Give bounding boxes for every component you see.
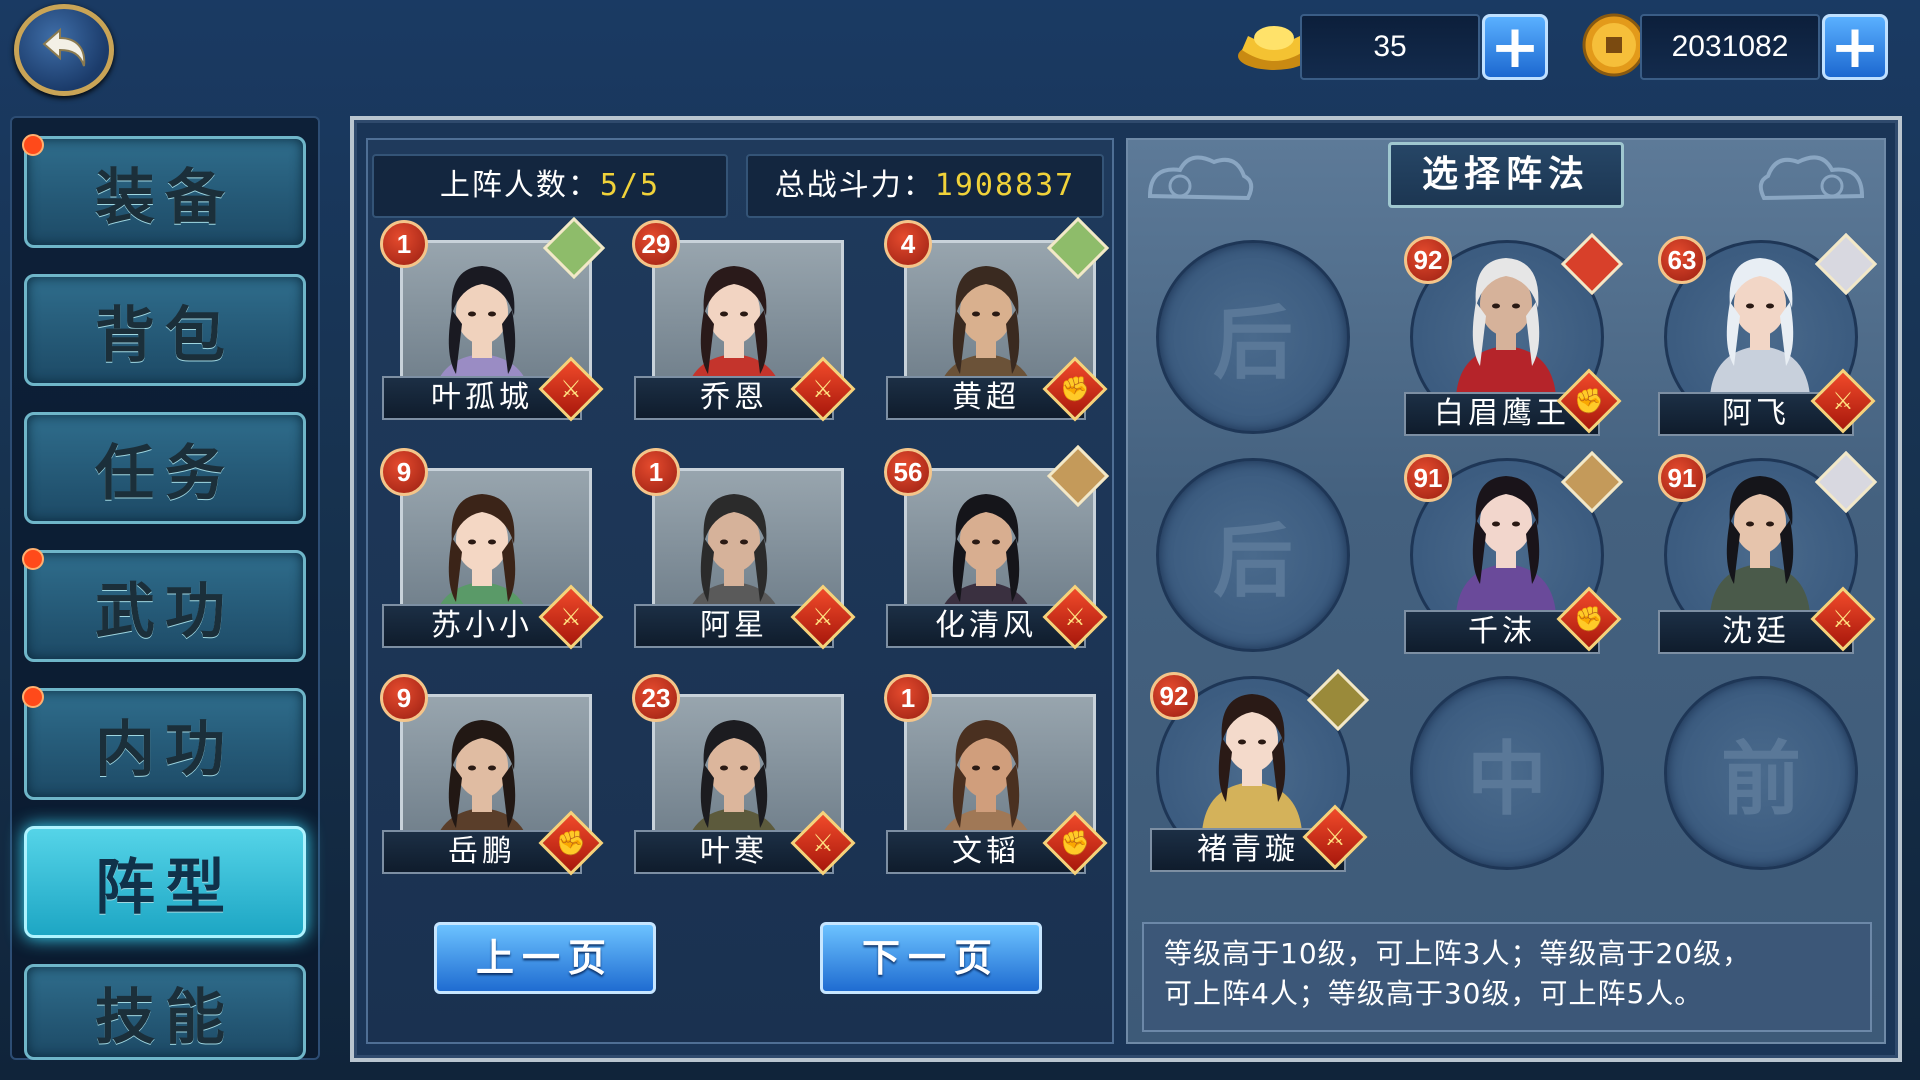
- next-page-button[interactable]: 下一页: [820, 922, 1042, 994]
- hero-card[interactable]: 化清风 56 ⚔: [884, 444, 1110, 664]
- hero-level: 1: [380, 220, 428, 268]
- hero-figure: [1446, 464, 1566, 614]
- formation-slot-hero[interactable]: 白眉鹰王 92 ✊: [1404, 232, 1624, 436]
- back-button[interactable]: [14, 4, 114, 96]
- hero-level: 1: [632, 448, 680, 496]
- hero-card[interactable]: 乔恩 29 ⚔: [632, 220, 856, 436]
- hero-level: 92: [1150, 672, 1198, 720]
- info-line-1: 等级高于10级，可上阵3人；等级高于20级，: [1164, 937, 1752, 970]
- total-power: 总战斗力：1908837: [746, 154, 1104, 218]
- hero-card[interactable]: 叶孤城 1 ⚔: [380, 216, 606, 436]
- formation-slot-hero[interactable]: 阿飞 63 ⚔: [1658, 232, 1878, 436]
- add-coin-button[interactable]: +: [1822, 14, 1888, 80]
- notification-dot: [22, 686, 44, 708]
- hero-level: 91: [1658, 454, 1706, 502]
- cloud-ornament-icon: [1147, 155, 1254, 201]
- hero-level: 63: [1658, 236, 1706, 284]
- hero-level: 91: [1404, 454, 1452, 502]
- hero-level: 4: [884, 220, 932, 268]
- hero-card[interactable]: 阿星 1 ⚔: [632, 448, 856, 664]
- hero-level: 92: [1404, 236, 1452, 284]
- sidebar-item-2[interactable]: 背包: [24, 274, 306, 386]
- team-count: 上阵人数：5/5: [372, 154, 728, 218]
- notification-dot: [22, 548, 44, 570]
- hero-figure: [1192, 682, 1312, 832]
- gold-counter: 35: [1300, 14, 1480, 80]
- hero-figure: [1700, 246, 1820, 396]
- hero-card[interactable]: 岳鹏 9 ✊: [380, 674, 604, 890]
- hero-card[interactable]: 文韬 1 ✊: [884, 674, 1108, 890]
- gold-value: 35: [1373, 30, 1407, 63]
- coin-value: 2031082: [1671, 30, 1789, 63]
- formation-slot-empty[interactable]: 后: [1156, 240, 1350, 434]
- formation-info: 等级高于10级，可上阵3人；等级高于20级， 可上阵4人；等级高于30级，可上阵…: [1142, 922, 1872, 1032]
- sidebar-item-1[interactable]: 装备: [24, 136, 306, 248]
- hero-card[interactable]: 黄超 4 ✊: [884, 216, 1110, 436]
- formation-slot-hero[interactable]: 褚青璇 92 ⚔: [1150, 668, 1370, 872]
- hero-level: 56: [884, 448, 932, 496]
- hero-level: 9: [380, 674, 428, 722]
- formation-slot-empty[interactable]: 中: [1410, 676, 1604, 870]
- team-count-label: 上阵人数：: [439, 168, 600, 203]
- total-power-value: 1908837: [934, 168, 1076, 203]
- plus-icon: +: [1829, 12, 1881, 82]
- hero-level: 23: [632, 674, 680, 722]
- back-arrow-icon: [42, 27, 86, 67]
- total-power-label: 总战斗力：: [774, 168, 935, 203]
- prev-page-button[interactable]: 上一页: [434, 922, 656, 994]
- add-gold-button[interactable]: +: [1482, 14, 1548, 80]
- plus-icon: +: [1489, 12, 1541, 82]
- hero-level: 29: [632, 220, 680, 268]
- hero-card[interactable]: 苏小小 9 ⚔: [380, 448, 604, 664]
- sidebar-item-6[interactable]: 阵型: [24, 826, 306, 938]
- hero-figure: [1446, 246, 1566, 396]
- sidebar-item-5[interactable]: 内功: [24, 688, 306, 800]
- formation-slot-empty[interactable]: 后: [1156, 458, 1350, 652]
- sidebar-item-4[interactable]: 武功: [24, 550, 306, 662]
- formation-slot-hero[interactable]: 千沫 91 ✊: [1404, 450, 1624, 654]
- sidebar-item-7[interactable]: 技能: [24, 964, 306, 1060]
- coin-counter: 2031082: [1640, 14, 1820, 80]
- hero-level: 1: [884, 674, 932, 722]
- select-formation-button[interactable]: 选择阵法: [1388, 142, 1624, 208]
- notification-dot: [22, 134, 44, 156]
- cloud-ornament-icon: [1758, 155, 1865, 201]
- team-count-value: 5/5: [599, 168, 661, 203]
- hero-level: 9: [380, 448, 428, 496]
- hero-card[interactable]: 叶寒 23 ⚔: [632, 674, 856, 890]
- formation-slot-hero[interactable]: 沈廷 91 ⚔: [1658, 450, 1878, 654]
- info-line-2: 可上阵4人；等级高于30级，可上阵5人。: [1164, 977, 1704, 1010]
- sidebar-item-3[interactable]: 任务: [24, 412, 306, 524]
- hero-figure: [1700, 464, 1820, 614]
- formation-slot-empty[interactable]: 前: [1664, 676, 1858, 870]
